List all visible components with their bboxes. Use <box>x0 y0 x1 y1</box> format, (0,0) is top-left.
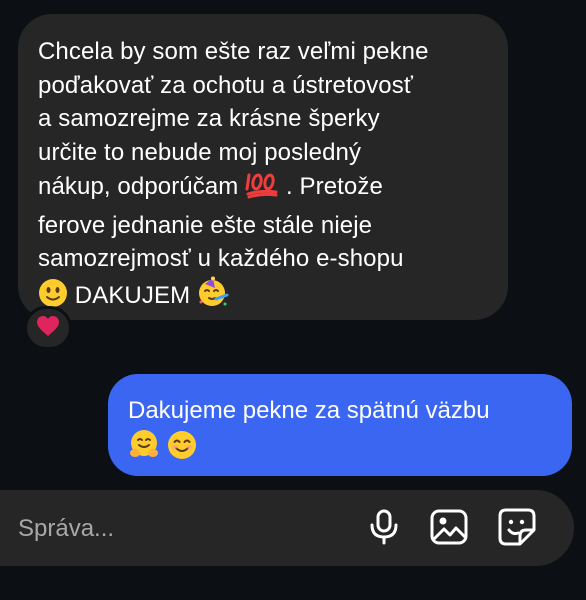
message-input[interactable] <box>16 510 340 548</box>
hugging-face-emoji-icon <box>128 428 160 470</box>
hundred-points-emoji-icon <box>245 169 279 209</box>
partying-face-emoji-icon <box>197 276 229 318</box>
heart-icon <box>36 315 60 342</box>
heart-reaction-badge[interactable] <box>24 306 72 350</box>
outgoing-message-text: Dakujeme pekne za spätnú väzbu <box>128 394 552 470</box>
incoming-message-text: Chcela by som ešte raz veľmi pekne poďak… <box>38 35 488 317</box>
message-composer <box>0 490 574 566</box>
outgoing-message-bubble[interactable]: Dakujeme pekne za spätnú väzbu <box>108 374 572 476</box>
gallery-icon[interactable] <box>429 507 469 547</box>
incoming-message-bubble[interactable]: Chcela by som ešte raz veľmi pekne poďak… <box>18 14 508 320</box>
sticker-icon[interactable] <box>497 507 537 547</box>
microphone-icon[interactable] <box>364 507 404 547</box>
smiling-face-with-smiling-eyes-emoji-icon <box>167 430 197 470</box>
